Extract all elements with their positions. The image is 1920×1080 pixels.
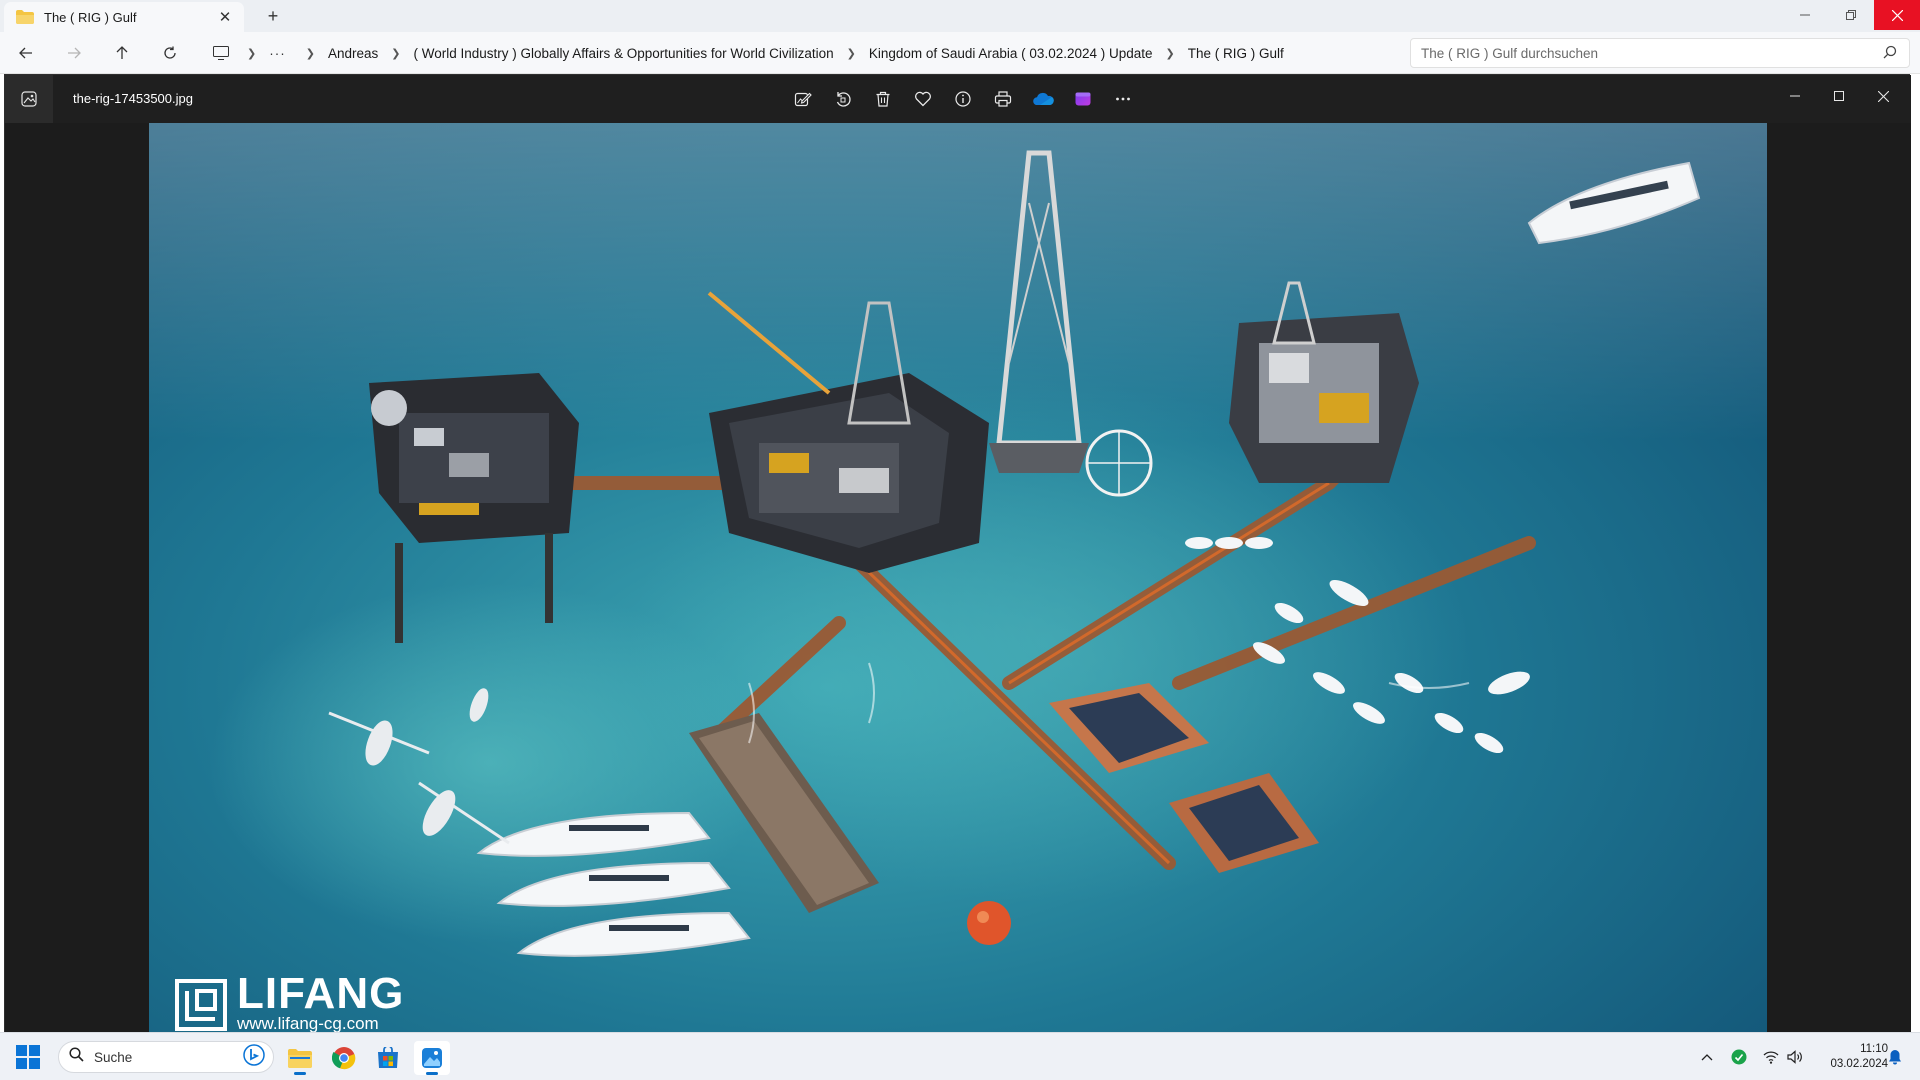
this-pc-icon[interactable] (208, 40, 234, 66)
more-icon[interactable] (1103, 85, 1143, 113)
close-button[interactable] (1874, 0, 1920, 30)
rotate-icon[interactable] (823, 85, 863, 113)
lifang-watermark: LIFANG www.lifang-cg.com (173, 969, 405, 1033)
new-tab-button[interactable]: + (260, 4, 286, 28)
photos-icon[interactable] (414, 1041, 450, 1075)
running-indicator (426, 1072, 438, 1075)
photos-viewer-window: the-rig-17453500.jpg LIFANG www.lifang-c… (4, 74, 1911, 1033)
chevron-up-icon[interactable] (1696, 1045, 1718, 1069)
file-explorer-icon[interactable] (282, 1041, 318, 1075)
search-icon (1883, 45, 1899, 61)
breadcrumb-overflow[interactable]: ··· (269, 46, 286, 61)
photos-close-button[interactable] (1861, 83, 1905, 109)
watermark-brand: LIFANG (237, 969, 405, 1018)
minimize-button[interactable] (1782, 0, 1828, 30)
breadcrumb-item-saudi-arabia[interactable]: Kingdom of Saudi Arabia ( 03.02.2024 ) U… (869, 46, 1153, 61)
photos-maximize-button[interactable] (1817, 83, 1861, 109)
address-bar: ❯ ··· ❯ Andreas ❯ ( World Industry ) Glo… (0, 32, 1920, 74)
photo-stage: LIFANG www.lifang-cg.com (5, 123, 1911, 1033)
chevron-right-icon: ❯ (1165, 47, 1175, 60)
explorer-tab-strip: The ( RIG ) Gulf ✕ + (0, 0, 1920, 32)
info-icon[interactable] (943, 85, 983, 113)
notification-bell-icon[interactable] (1884, 1045, 1906, 1069)
breadcrumb: ❯ ··· ❯ Andreas ❯ ( World Industry ) Glo… (200, 38, 1400, 68)
tab-close-icon[interactable]: ✕ (216, 8, 234, 26)
wifi-icon[interactable] (1760, 1045, 1782, 1069)
offshore-rig-photo[interactable]: LIFANG www.lifang-cg.com (149, 123, 1767, 1033)
taskbar-search[interactable]: Suche (58, 1041, 274, 1073)
explorer-tab[interactable]: The ( RIG ) Gulf ✕ (4, 2, 244, 32)
windows-logo-icon (16, 1045, 27, 1056)
chevron-right-icon: ❯ (247, 47, 257, 60)
onedrive-icon[interactable] (1023, 85, 1063, 113)
tab-title: The ( RIG ) Gulf (44, 9, 137, 25)
forward-arrow-icon[interactable] (60, 40, 88, 66)
chevron-right-icon: ❯ (391, 47, 401, 60)
folder-icon (16, 10, 34, 24)
breadcrumb-item-the-rig-gulf[interactable]: The ( RIG ) Gulf (1188, 46, 1284, 61)
search-placeholder: The ( RIG ) Gulf durchsuchen (1421, 45, 1599, 61)
back-arrow-icon[interactable] (12, 40, 40, 66)
photo-filename: the-rig-17453500.jpg (73, 91, 193, 106)
delete-icon[interactable] (863, 85, 903, 113)
clock-time: 11:10 (1860, 1043, 1888, 1055)
folder-search-input[interactable]: The ( RIG ) Gulf durchsuchen (1410, 38, 1910, 68)
start-button[interactable] (16, 1045, 40, 1069)
running-indicator (294, 1072, 306, 1075)
bing-icon[interactable] (243, 1043, 265, 1071)
taskbar: Suche 11:10 03.02.2024 (0, 1032, 1920, 1080)
refresh-icon[interactable] (156, 40, 184, 66)
photos-minimize-button[interactable] (1773, 83, 1817, 109)
clock[interactable]: 11:10 03.02.2024 (1804, 1042, 1888, 1072)
photos-title-bar: the-rig-17453500.jpg (5, 75, 1911, 123)
clock-date: 03.02.2024 (1830, 1058, 1888, 1070)
security-shield-icon[interactable] (1728, 1045, 1750, 1069)
print-icon[interactable] (983, 85, 1023, 113)
photos-app-icon[interactable] (5, 75, 53, 123)
up-arrow-icon[interactable] (108, 40, 136, 66)
taskbar-search-label: Suche (94, 1049, 133, 1065)
breadcrumb-item-world-industry[interactable]: ( World Industry ) Globally Affairs & Op… (413, 46, 833, 61)
breadcrumb-item-andreas[interactable]: Andreas (328, 46, 378, 61)
clipchamp-icon[interactable] (1063, 85, 1103, 113)
favorite-icon[interactable] (903, 85, 943, 113)
chevron-right-icon: ❯ (305, 47, 315, 60)
lifang-logo-icon (173, 977, 229, 1033)
restore-button[interactable] (1828, 0, 1874, 30)
photos-toolbar (783, 85, 1143, 113)
volume-icon[interactable] (1784, 1045, 1806, 1069)
store-icon[interactable] (370, 1041, 406, 1075)
chrome-icon[interactable] (326, 1041, 362, 1075)
search-icon (69, 1047, 84, 1067)
edit-icon[interactable] (783, 85, 823, 113)
chevron-right-icon: ❯ (846, 47, 856, 60)
